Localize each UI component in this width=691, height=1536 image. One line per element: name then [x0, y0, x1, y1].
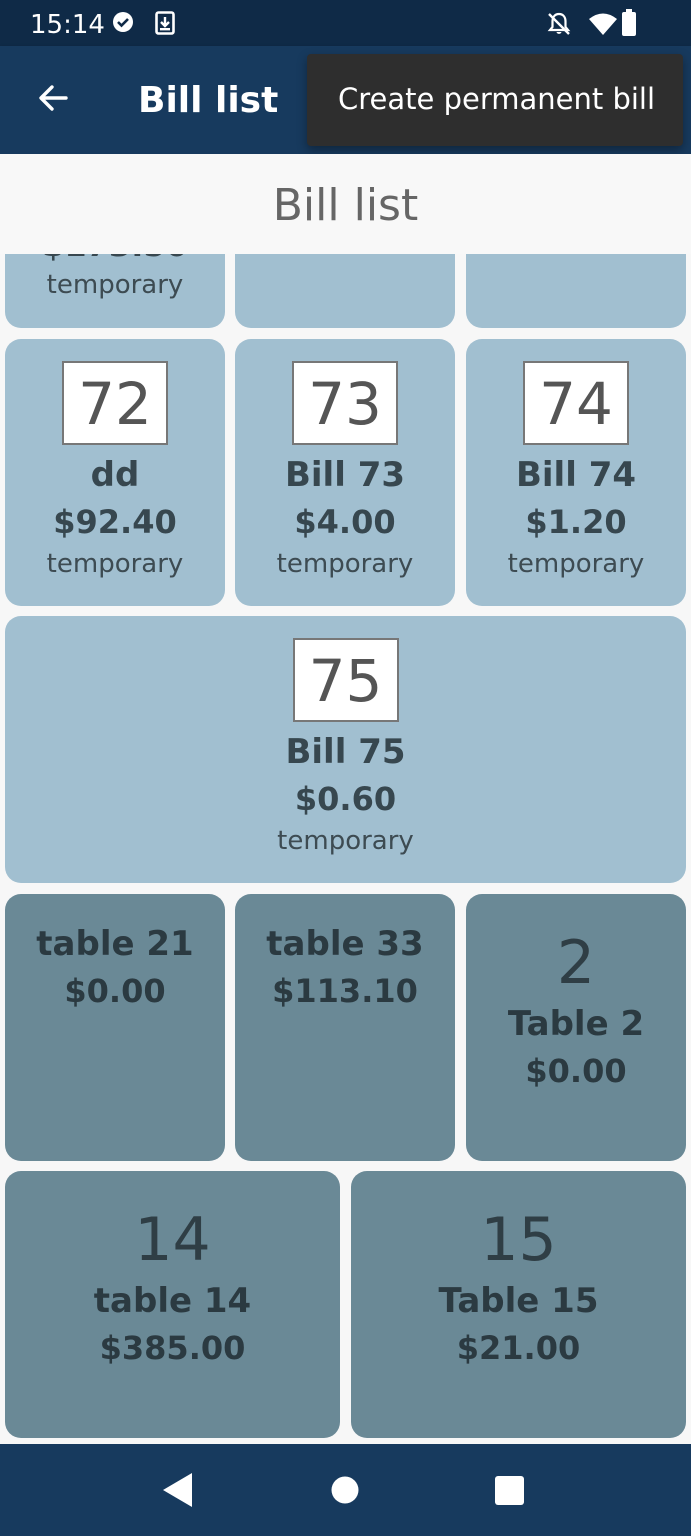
- status-time: 15:14: [30, 10, 105, 40]
- menu-item-create-permanent-bill[interactable]: Create permanent bill: [338, 82, 655, 116]
- table-amount: $113.10: [272, 972, 418, 1010]
- table-number: 2: [556, 928, 596, 998]
- bill-grid: $173.50 temporary temporary temporary 72…: [0, 254, 691, 1444]
- table-name: table 21: [36, 924, 194, 964]
- bill-tile-partial[interactable]: temporary: [466, 254, 686, 328]
- bill-number: 73: [292, 361, 398, 445]
- bill-state: temporary: [277, 826, 414, 856]
- overflow-menu: Create permanent bill: [307, 54, 683, 146]
- status-bar: 15:14: [0, 0, 691, 46]
- table-tile[interactable]: table 21 $0.00: [5, 894, 225, 1161]
- table-name: Table 15: [438, 1281, 599, 1321]
- bill-tile[interactable]: 72 dd $92.40 temporary: [5, 339, 225, 606]
- bill-name: dd: [90, 455, 140, 495]
- table-amount: $21.00: [456, 1329, 581, 1367]
- notifications-off-icon: [546, 11, 572, 42]
- bill-state: temporary: [46, 270, 184, 300]
- bill-name: Bill 75: [285, 732, 406, 772]
- bill-amount: $173.50: [5, 254, 225, 264]
- back-arrow-icon[interactable]: [32, 76, 76, 120]
- bill-name: Bill 74: [515, 455, 637, 495]
- table-name: Table 2: [507, 1004, 645, 1044]
- bill-number: 75: [292, 638, 399, 722]
- nav-back-icon[interactable]: [160, 1471, 194, 1514]
- check-circle-icon: [112, 11, 134, 38]
- bill-amount: $1.20: [525, 503, 627, 541]
- bill-number: 74: [523, 361, 629, 445]
- nav-home-icon[interactable]: [331, 1476, 359, 1509]
- bill-tile-partial[interactable]: temporary: [235, 254, 455, 328]
- bill-tile-partial[interactable]: $173.50 temporary: [5, 254, 225, 328]
- nav-recents-icon[interactable]: [495, 1476, 524, 1510]
- bill-amount: $4.00: [294, 503, 396, 541]
- bill-amount: $92.40: [53, 503, 177, 541]
- table-name: table 14: [93, 1281, 252, 1321]
- table-tile[interactable]: 2 Table 2 $0.00: [466, 894, 686, 1161]
- table-number: 15: [480, 1205, 557, 1275]
- bill-state: temporary: [276, 549, 414, 579]
- bill-amount: $0.60: [294, 780, 397, 818]
- bill-number: 72: [62, 361, 168, 445]
- bill-state: temporary: [46, 549, 184, 579]
- bill-name: Bill 73: [284, 455, 406, 495]
- bill-tile[interactable]: 73 Bill 73 $4.00 temporary: [235, 339, 455, 606]
- section-title: Bill list: [0, 154, 691, 254]
- page-title: Bill list: [138, 80, 279, 121]
- table-tile[interactable]: 15 Table 15 $21.00: [351, 1171, 686, 1438]
- table-name: table 33: [266, 924, 424, 964]
- bill-tile[interactable]: 74 Bill 74 $1.20 temporary: [466, 339, 686, 606]
- bill-tile[interactable]: 75 Bill 75 $0.60 temporary: [5, 616, 686, 883]
- battery-icon: [621, 9, 637, 42]
- table-amount: $385.00: [99, 1329, 246, 1367]
- bill-state: temporary: [507, 549, 645, 579]
- table-number: 14: [134, 1205, 211, 1275]
- wifi-icon: [588, 12, 618, 41]
- table-tile[interactable]: table 33 $113.10: [235, 894, 455, 1161]
- navigation-bar: [0, 1444, 691, 1536]
- download-icon: [155, 11, 175, 40]
- table-tile[interactable]: 14 table 14 $385.00: [5, 1171, 340, 1438]
- table-amount: $0.00: [525, 1052, 627, 1090]
- table-amount: $0.00: [64, 972, 166, 1010]
